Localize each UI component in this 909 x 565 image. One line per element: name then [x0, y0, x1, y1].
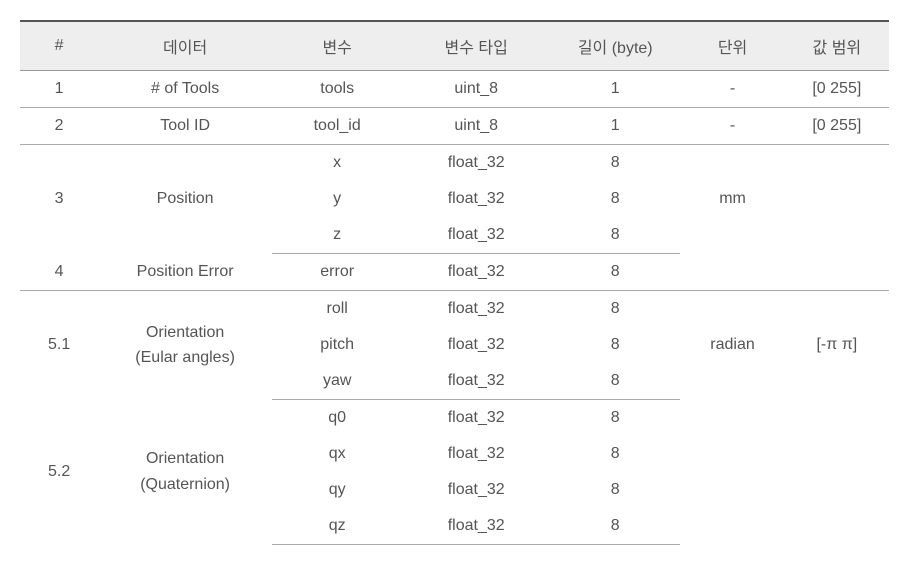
cell-id: 5.2 [20, 400, 98, 545]
cell-data: Tool ID [98, 108, 272, 145]
cell-id: 1 [20, 71, 98, 108]
cell-unit [680, 254, 784, 291]
cell-len: 1 [550, 108, 680, 145]
cell-var: q0 [272, 400, 402, 437]
cell-unit [680, 400, 784, 545]
cell-type: float_32 [402, 327, 550, 363]
cell-data: Position Error [98, 254, 272, 291]
cell-len: 8 [550, 363, 680, 400]
cell-len: 8 [550, 181, 680, 217]
cell-var: pitch [272, 327, 402, 363]
cell-var: tool_id [272, 108, 402, 145]
cell-type: float_32 [402, 363, 550, 400]
cell-data: Orientation (Eular angles) [98, 291, 272, 400]
cell-type: uint_8 [402, 71, 550, 108]
cell-range [785, 400, 889, 545]
cell-len: 8 [550, 327, 680, 363]
cell-range [785, 254, 889, 291]
cell-data: Position [98, 145, 272, 254]
col-var: 변수 [272, 21, 402, 71]
cell-len: 1 [550, 71, 680, 108]
cell-len: 8 [550, 436, 680, 472]
cell-data-l1: Orientation [146, 324, 224, 341]
cell-data-l2: (Quaternion) [140, 476, 230, 493]
cell-var: qx [272, 436, 402, 472]
cell-len: 8 [550, 254, 680, 291]
cell-type: float_32 [402, 291, 550, 328]
cell-var: qz [272, 508, 402, 545]
spec-table: # 데이터 변수 변수 타입 길이 (byte) 단위 값 범위 1 # of … [20, 20, 889, 545]
cell-var: y [272, 181, 402, 217]
cell-data: # of Tools [98, 71, 272, 108]
table-row: 2 Tool ID tool_id uint_8 1 - [0 255] [20, 108, 889, 145]
col-data: 데이터 [98, 21, 272, 71]
cell-type: float_32 [402, 508, 550, 545]
cell-type: float_32 [402, 181, 550, 217]
cell-type: float_32 [402, 217, 550, 254]
table-header-row: # 데이터 변수 변수 타입 길이 (byte) 단위 값 범위 [20, 21, 889, 71]
cell-unit: mm [680, 145, 784, 254]
col-range: 값 범위 [785, 21, 889, 71]
cell-len: 8 [550, 145, 680, 182]
cell-id: 4 [20, 254, 98, 291]
cell-type: float_32 [402, 472, 550, 508]
cell-unit: - [680, 71, 784, 108]
table-row: 1 # of Tools tools uint_8 1 - [0 255] [20, 71, 889, 108]
cell-range: [0 255] [785, 71, 889, 108]
col-unit: 단위 [680, 21, 784, 71]
cell-data-l2: (Eular angles) [135, 349, 235, 366]
col-num: # [20, 21, 98, 71]
cell-var: x [272, 145, 402, 182]
cell-id: 5.1 [20, 291, 98, 400]
cell-var: qy [272, 472, 402, 508]
col-len: 길이 (byte) [550, 21, 680, 71]
cell-len: 8 [550, 472, 680, 508]
cell-len: 8 [550, 217, 680, 254]
cell-var: z [272, 217, 402, 254]
cell-var: yaw [272, 363, 402, 400]
cell-len: 8 [550, 508, 680, 545]
cell-var: roll [272, 291, 402, 328]
table-row: 3 Position x float_32 8 mm [20, 145, 889, 182]
cell-len: 8 [550, 291, 680, 328]
cell-type: float_32 [402, 145, 550, 182]
cell-range [785, 145, 889, 254]
cell-data-l1: Orientation [146, 450, 224, 467]
table-row: 4 Position Error error float_32 8 [20, 254, 889, 291]
cell-len: 8 [550, 400, 680, 437]
cell-id: 3 [20, 145, 98, 254]
cell-unit: - [680, 108, 784, 145]
col-type: 변수 타입 [402, 21, 550, 71]
cell-type: float_32 [402, 400, 550, 437]
table-row: 5.2 Orientation (Quaternion) q0 float_32… [20, 400, 889, 437]
cell-unit: radian [680, 291, 784, 400]
cell-type: float_32 [402, 436, 550, 472]
cell-range: [-π π] [785, 291, 889, 400]
cell-data: Orientation (Quaternion) [98, 400, 272, 545]
cell-var: error [272, 254, 402, 291]
cell-type: float_32 [402, 254, 550, 291]
cell-id: 2 [20, 108, 98, 145]
cell-type: uint_8 [402, 108, 550, 145]
cell-range: [0 255] [785, 108, 889, 145]
cell-var: tools [272, 71, 402, 108]
table-row: 5.1 Orientation (Eular angles) roll floa… [20, 291, 889, 328]
